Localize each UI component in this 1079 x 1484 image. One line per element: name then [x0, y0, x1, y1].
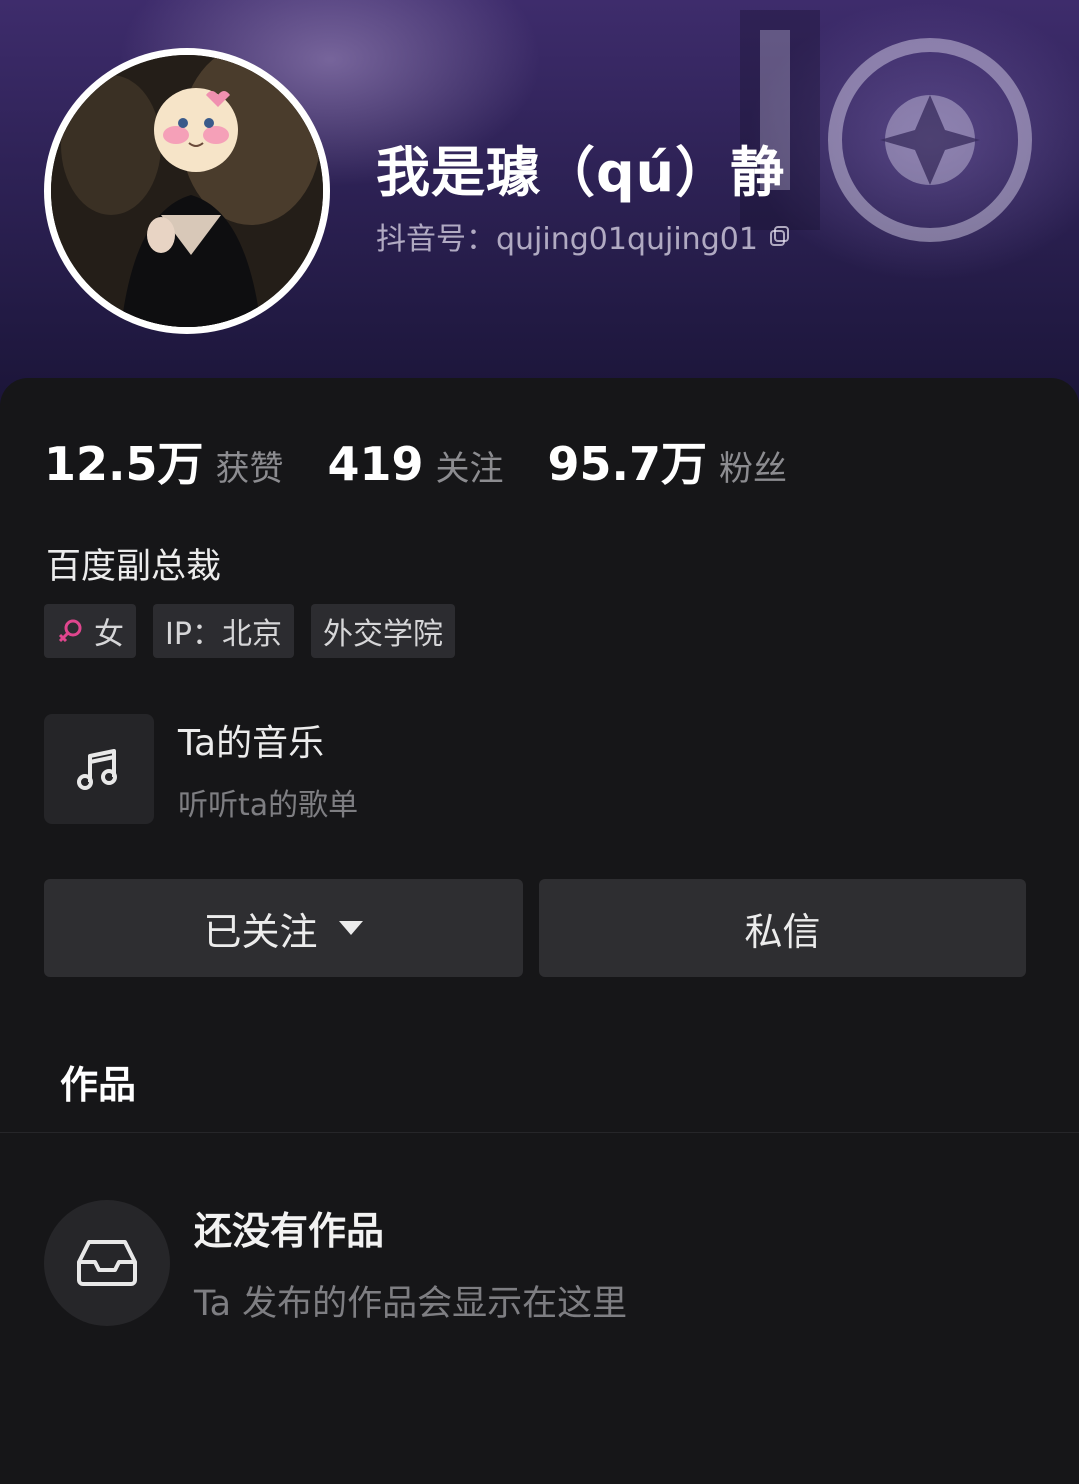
stat-followers-value: 95.7万	[547, 437, 708, 491]
stat-likes-value: 12.5万	[44, 437, 204, 491]
school-tag[interactable]: 外交学院	[310, 604, 455, 658]
message-button[interactable]: 私信	[539, 879, 1026, 977]
gender-tag-label: 女	[94, 617, 124, 652]
empty-works-state: 还没有作品 Ta 发布的作品会显示在这里	[44, 1200, 627, 1326]
caret-down-icon	[338, 921, 363, 935]
empty-text: 还没有作品 Ta 发布的作品会显示在这里	[194, 1200, 627, 1326]
music-text: Ta的音乐 听听ta的歌单	[178, 714, 358, 824]
female-gender-icon	[58, 619, 82, 643]
stats-row: 12.5万 获赞 419 关注 95.7万 粉丝	[44, 428, 831, 494]
stat-following[interactable]: 419 关注	[328, 437, 504, 491]
profile-bio: 百度副总裁	[46, 547, 222, 587]
profile-page: 我是璩（qú）静 抖音号：qujing01qujing01 12.5万 获赞 4…	[0, 0, 1079, 1484]
douyin-id-text: 抖音号：qujing01qujing01	[376, 222, 758, 257]
profile-tags: 女 IP：北京 外交学院	[44, 604, 472, 658]
music-subtitle: 听听ta的歌单	[178, 788, 359, 823]
followed-button-label: 已关注	[203, 909, 318, 954]
stat-following-value: 419	[327, 437, 424, 491]
profile-banner: 我是璩（qú）静 抖音号：qujing01qujing01	[0, 0, 1079, 420]
avatar-photo	[51, 55, 323, 327]
tab-works[interactable]: 作品	[60, 1054, 136, 1109]
stat-likes-label: 获赞	[215, 449, 284, 489]
music-title: Ta的音乐	[178, 723, 325, 764]
tab-divider	[0, 1132, 1079, 1133]
stat-likes[interactable]: 12.5万 获赞	[44, 428, 284, 494]
empty-subtitle: Ta 发布的作品会显示在这里	[194, 1284, 628, 1324]
ip-location-tag: IP：北京	[153, 604, 294, 658]
stat-followers-label: 粉丝	[719, 449, 788, 489]
avatar[interactable]	[51, 55, 323, 327]
empty-icon-circle	[44, 1200, 170, 1326]
inbox-tray-icon	[77, 1240, 137, 1286]
douyin-id-row[interactable]: 抖音号：qujing01qujing01	[376, 214, 792, 258]
empty-title: 还没有作品	[194, 1209, 385, 1253]
music-icon-box	[44, 714, 154, 824]
followed-button[interactable]: 已关注	[44, 879, 523, 977]
gender-tag: 女	[44, 604, 136, 658]
stat-following-label: 关注	[435, 449, 504, 489]
stat-followers[interactable]: 95.7万 粉丝	[548, 428, 788, 494]
music-entry[interactable]: Ta的音乐 听听ta的歌单	[44, 714, 358, 824]
profile-nickname: 我是璩（qú）静	[376, 141, 786, 204]
music-note-icon	[77, 749, 117, 790]
profile-content-card: 12.5万 获赞 419 关注 95.7万 粉丝 百度副总裁 女 IP：北京 外…	[0, 378, 1079, 1484]
copy-icon[interactable]	[768, 224, 792, 248]
